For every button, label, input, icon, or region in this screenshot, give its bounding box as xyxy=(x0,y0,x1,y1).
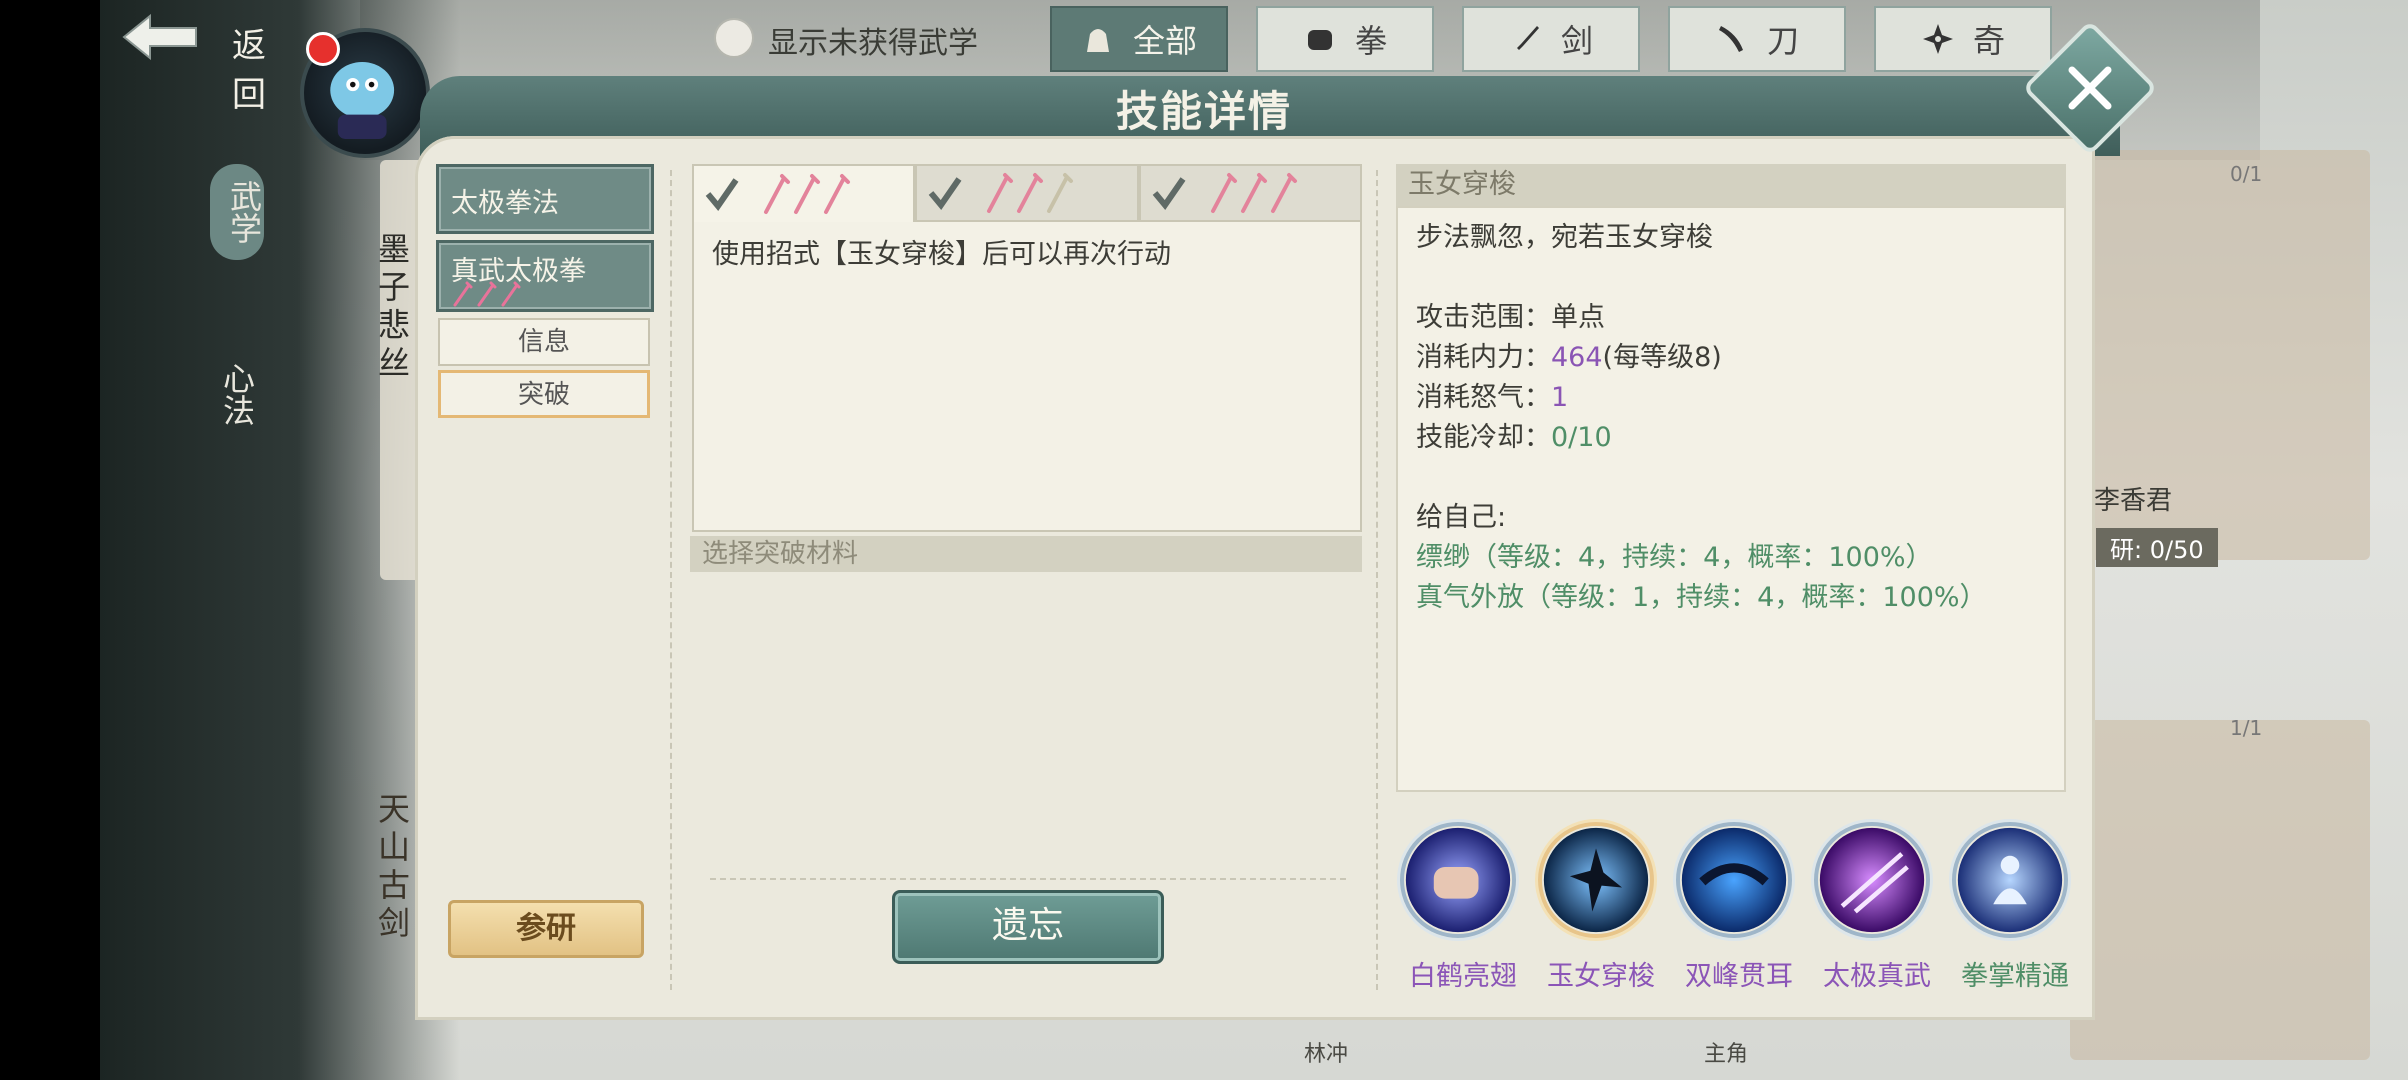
show-unobtained-label: 显示未获得武学 xyxy=(768,26,978,61)
skill-slot-5[interactable] xyxy=(1952,822,2072,942)
mp-cost-extra: (每等级8) xyxy=(1602,342,1722,373)
mp-cost-value: 464 xyxy=(1551,342,1603,373)
filter-tab-sword[interactable]: 剑 xyxy=(1462,6,1640,72)
check-icon xyxy=(929,177,962,210)
range-row: 攻击范围：单点 xyxy=(1416,298,2046,338)
skill-list-item-zhenwu-taiji[interactable]: 真武太极拳 xyxy=(436,240,654,312)
range-value: 单点 xyxy=(1551,302,1605,333)
forget-button[interactable]: 遗忘 xyxy=(892,890,1164,964)
filter-tab-sword-label: 剑 xyxy=(1560,22,1593,60)
sword-rank-icons xyxy=(764,174,850,214)
sword-rank-icons xyxy=(987,173,1074,213)
bg-left-card2-text: 天山古剑 xyxy=(378,790,411,942)
level-tabs xyxy=(692,164,1362,222)
bg-right-card-progress: 研: 0/50 xyxy=(2096,528,2218,567)
move-flavor-text: 步法飘忽，宛若玉女穿梭 xyxy=(1416,222,1713,253)
rage-cost-value: 1 xyxy=(1551,382,1569,413)
mp-cost-label: 消耗内力： xyxy=(1416,342,1551,373)
sword-icon xyxy=(1516,26,1539,50)
mp-cost-row: 消耗内力：464(每等级8) xyxy=(1416,338,2046,378)
slash-skill-icon xyxy=(1814,822,1930,938)
dancing-figure-skill-icon xyxy=(1538,822,1654,938)
breakthrough-button[interactable]: 突破 xyxy=(438,370,650,418)
rage-cost-row: 消耗怒气：1 xyxy=(1416,378,2046,418)
bg-bottom-name-2: 主角 xyxy=(1704,1042,1749,1067)
filter-tab-blade[interactable]: 刀 xyxy=(1668,6,1846,72)
check-icon xyxy=(705,178,739,211)
skill-list-item-taiji-fist[interactable]: 太极拳法 xyxy=(436,164,654,234)
effect-row: 缥缈（等级：4，持续：4，概率：100%） xyxy=(1416,542,1933,573)
cooldown-value: 0/10 xyxy=(1551,422,1612,453)
show-unobtained-checkbox[interactable] xyxy=(714,18,754,58)
skill-name-4: 太极真武 xyxy=(1823,961,1931,992)
middle-dashed-divider xyxy=(710,878,1346,880)
filter-tab-blade-label: 刀 xyxy=(1766,22,1799,60)
side-tab-martial-arts-label: 武学 xyxy=(225,180,263,244)
bag-icon xyxy=(1086,29,1109,52)
level-tab-2[interactable] xyxy=(915,164,1139,222)
self-effects-label: 给自己: xyxy=(1416,502,1507,533)
skill-name-3: 双峰贯耳 xyxy=(1685,961,1793,992)
level-tab-3[interactable] xyxy=(1138,164,1362,222)
meditation-skill-icon xyxy=(1952,822,2068,938)
skill-name-2: 玉女穿梭 xyxy=(1547,961,1655,992)
cooldown-row: 技能冷却：0/10 xyxy=(1416,418,2046,458)
bg-right-card-count-bottom: 1/1 xyxy=(2230,716,2263,740)
side-tab-inner-skill-label: 心法 xyxy=(218,362,256,426)
back-button[interactable]: 返回 xyxy=(120,8,280,115)
filter-tab-special-label: 奇 xyxy=(1972,22,2005,60)
bg-bottom-name-1: 林冲 xyxy=(1304,1042,1349,1067)
bg-character-card-bottom[interactable] xyxy=(2070,720,2370,1060)
side-tab-inner-skill[interactable]: 心法 xyxy=(210,362,264,426)
range-label: 攻击范围： xyxy=(1416,302,1551,333)
side-tab-martial-arts[interactable]: 武学 xyxy=(210,164,264,260)
info-button[interactable]: 信息 xyxy=(438,318,650,366)
effect-row: 真气外放（等级：1，持续：4，概率：100%） xyxy=(1416,582,1987,613)
filter-tab-all[interactable]: 全部 xyxy=(1050,6,1228,72)
level-tab-1[interactable] xyxy=(692,164,916,222)
bg-left-card-text: 墨子悲丝 xyxy=(378,230,411,382)
skill-slot-2[interactable] xyxy=(1538,822,1658,942)
check-icon xyxy=(1152,177,1186,210)
sword-rank-icons xyxy=(1210,173,1297,213)
bg-right-card-name: 李香君 xyxy=(2094,486,2173,516)
shuriken-icon xyxy=(1922,24,1953,54)
back-arrow-icon xyxy=(122,13,197,61)
twin-strike-skill-icon xyxy=(1676,822,1792,938)
skill-name-5: 拳掌精通 xyxy=(1961,961,2069,992)
rage-cost-label: 消耗怒气： xyxy=(1416,382,1551,413)
move-name-header: 玉女穿梭 xyxy=(1396,164,2066,206)
skill-name-1: 白鹤亮翅 xyxy=(1409,961,1517,992)
skill-slot-3[interactable] xyxy=(1676,822,1796,942)
study-button[interactable]: 参研 xyxy=(448,900,644,958)
skill-description: 使用招式【玉女穿梭】后可以再次行动 xyxy=(712,239,1171,270)
skill-slot-4[interactable] xyxy=(1814,822,1934,942)
blade-icon xyxy=(1718,26,1743,52)
close-icon xyxy=(2068,66,2112,110)
move-detail-box: 步法飘忽，宛若玉女穿梭 攻击范围：单点 消耗内力：464(每等级8) 消耗怒气：… xyxy=(1396,206,2066,792)
bg-right-card-count-top: 0/1 xyxy=(2230,162,2263,186)
filter-tab-special[interactable]: 奇 xyxy=(1874,6,2052,72)
cooldown-label: 技能冷却： xyxy=(1416,422,1551,453)
skill-description-box: 使用招式【玉女穿梭】后可以再次行动 xyxy=(692,222,1362,532)
notification-dot xyxy=(306,32,340,66)
column-divider-left xyxy=(670,170,672,990)
filter-tab-all-label: 全部 xyxy=(1132,22,1197,60)
skill-slot-1[interactable] xyxy=(1400,822,1520,942)
breakthrough-materials-header: 选择突破材料 xyxy=(690,536,1362,572)
skill-list-item-label: 太极拳法 xyxy=(451,188,559,219)
sword-rank-icons xyxy=(453,281,521,307)
filter-tab-fist-label: 拳 xyxy=(1354,22,1387,60)
fist-strike-skill-icon xyxy=(1400,822,1516,938)
column-divider-right xyxy=(1376,170,1378,990)
fist-icon xyxy=(1307,30,1332,50)
filter-tab-fist[interactable]: 拳 xyxy=(1256,6,1434,72)
